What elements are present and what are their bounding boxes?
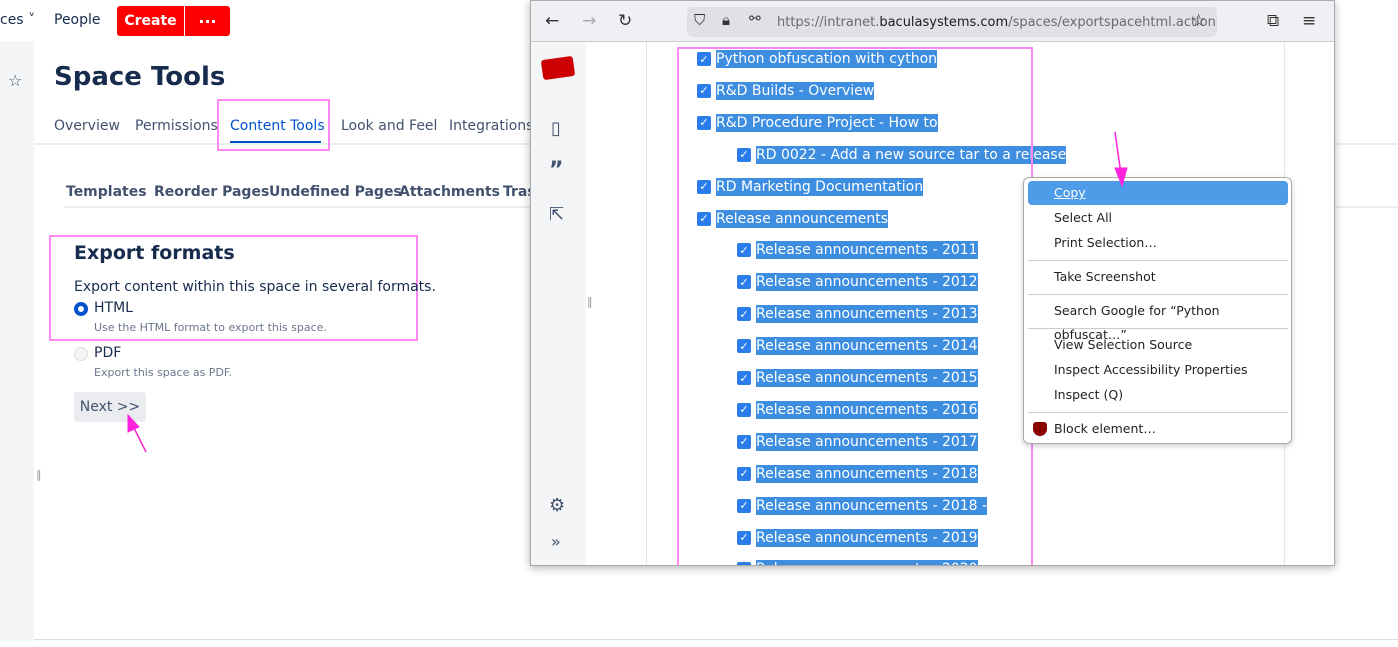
subtab-reorder-pages[interactable]: Reorder Pages (154, 184, 269, 200)
content-border (646, 42, 647, 565)
html-label[interactable]: HTML (94, 300, 133, 316)
page-title: Space Tools (54, 62, 226, 92)
gear-icon[interactable]: ⚙ (549, 495, 565, 516)
tab-integrations[interactable]: Integrations (449, 118, 533, 134)
annotation-arrow (1114, 131, 1128, 188)
spaces-menu[interactable]: ces ˅ (0, 12, 35, 28)
browser-toolbar: ← → ↻ https://intranet. baculasystems.com… (531, 1, 1334, 42)
tab-look-and-feel[interactable]: Look and Feel (341, 118, 437, 134)
menu-item[interactable]: Print Selection… (1028, 231, 1288, 255)
create-button[interactable]: Create (117, 6, 184, 36)
bacula-logo[interactable] (540, 55, 576, 81)
export-description: Export content within this space in seve… (74, 279, 436, 295)
pdf-label[interactable]: PDF (94, 345, 121, 361)
url-bar[interactable]: https://intranet. baculasystems.com/space… (687, 7, 1217, 37)
annotation-box (677, 47, 1033, 565)
html-hint: Use the HTML format to export this space… (94, 321, 327, 334)
annotation-arrow (127, 413, 147, 453)
menu-item[interactable]: Inspect (Q) (1028, 383, 1288, 407)
reload-icon[interactable]: ↻ (618, 11, 632, 31)
subtab-attachments[interactable]: Attachments (399, 184, 500, 200)
subtab-undefined-pages[interactable]: Undefined Pages (269, 184, 402, 200)
resize-handle[interactable]: ‖ (587, 295, 593, 308)
menu-item[interactable]: View Selection Source (1028, 333, 1288, 357)
resize-handle[interactable]: ‖ (36, 468, 42, 481)
star-icon[interactable]: ☆ (8, 71, 22, 90)
page-icon[interactable]: ▯ (551, 118, 561, 139)
menu-item[interactable]: Inspect Accessibility Properties (1028, 358, 1288, 382)
shield-icon[interactable]: ⛉ (694, 11, 705, 29)
context-menu: Copy Select All Print Selection… Take Scree… (1023, 177, 1292, 444)
menu-separator (1028, 260, 1288, 261)
menu-item[interactable]: Search Google for “Python obfuscat…” (1028, 299, 1288, 342)
external-link-icon[interactable]: ⇱ (549, 204, 564, 225)
tab-permissions[interactable]: Permissions (135, 118, 218, 134)
radio-html[interactable] (74, 302, 88, 316)
extensions-icon[interactable]: ⧉ (1267, 11, 1279, 31)
permissions-icon[interactable]: ⚯ (749, 11, 761, 27)
export-heading: Export formats (74, 242, 235, 264)
pdf-hint: Export this space as PDF. (94, 366, 232, 379)
left-sidebar: ☆ (0, 41, 34, 641)
forward-icon[interactable]: → (582, 11, 596, 31)
expand-icon[interactable]: » (551, 532, 561, 551)
menu-item[interactable]: Select All (1028, 206, 1288, 230)
footer-divider (34, 639, 1398, 640)
menu-item[interactable]: Copy (1028, 181, 1288, 205)
people-link[interactable]: People (54, 12, 101, 28)
back-icon[interactable]: ← (545, 11, 559, 31)
bookmark-star-icon[interactable]: ☆ (1191, 11, 1206, 31)
quote-icon[interactable]: ” (549, 158, 563, 183)
ublock-icon (1033, 422, 1047, 436)
menu-icon[interactable]: ≡ (1302, 11, 1316, 31)
menu-separator (1028, 412, 1288, 413)
tab-overview[interactable]: Overview (54, 118, 120, 134)
more-button[interactable]: ··· (185, 6, 230, 36)
subtab-templates[interactable]: Templates (66, 184, 147, 200)
radio-pdf[interactable] (74, 347, 88, 361)
menu-item-label: Block element… (1054, 421, 1156, 436)
lock-icon[interactable]: 🔒︎ (722, 11, 730, 29)
chevron-down-icon: ˅ (28, 12, 36, 28)
annotation-box (217, 99, 330, 151)
confluence-sidebar: ▯ ” ⇱ ⚙ » (531, 42, 586, 565)
menu-separator (1028, 328, 1288, 329)
menu-item[interactable]: Take Screenshot (1028, 265, 1288, 289)
menu-separator (1028, 294, 1288, 295)
menu-item[interactable]: Block element… (1028, 417, 1288, 441)
